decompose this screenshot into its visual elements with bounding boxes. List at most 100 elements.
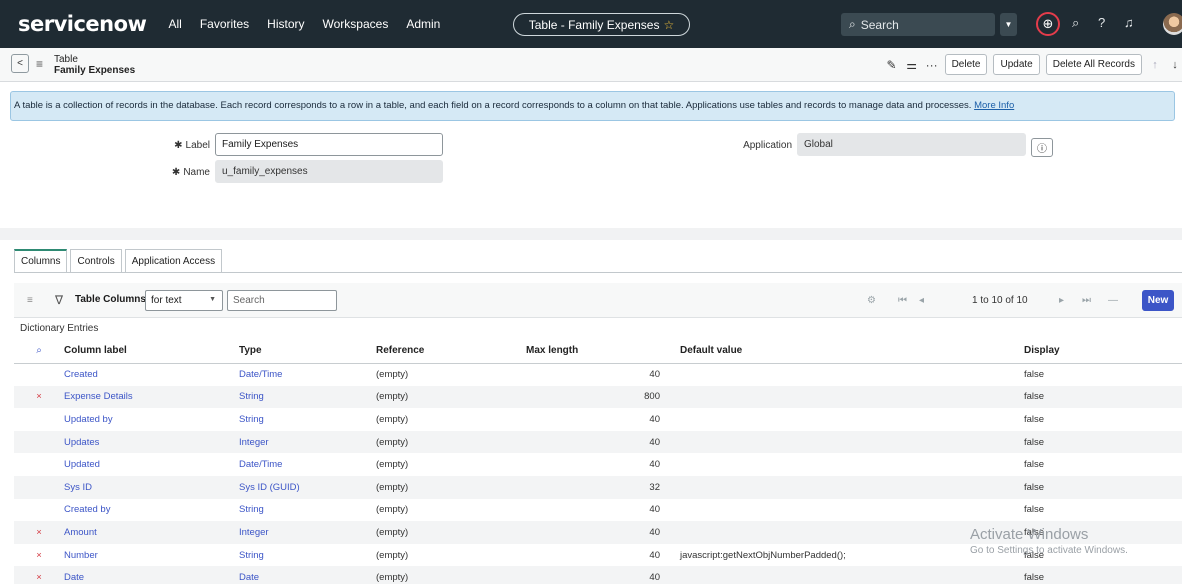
application-input[interactable]: Global [797,133,1026,156]
nav-item-workspaces[interactable]: Workspaces [323,17,389,31]
list-menu-icon[interactable]: ≡ [27,295,33,306]
display-cell: false [1024,385,1182,409]
delete-column-icon[interactable] [14,499,64,522]
delete-button[interactable]: Delete [944,54,988,75]
context-title-pill[interactable]: Table - Family Expenses ☆ [513,13,690,36]
column-label-link[interactable]: Expense Details [64,385,239,409]
column-label-link[interactable]: Updates [64,430,239,454]
table-row[interactable]: Sys ID Sys ID (GUID) (empty) 32 false [14,475,1182,499]
column-label-link[interactable]: Sys ID [64,475,239,499]
tab-columns[interactable]: Columns [14,249,68,272]
type-link[interactable]: Integer [239,430,376,454]
filter-icon[interactable]: ∇ [55,293,63,307]
type-link[interactable]: String [239,385,376,409]
type-link[interactable]: Integer [239,521,376,544]
column-label-link[interactable]: Amount [64,521,239,544]
column-label-link[interactable]: Date [64,566,239,584]
delete-column-icon[interactable] [14,363,64,386]
max-length-cell: 32 [526,475,664,499]
settings-sliders-icon[interactable]: ⚌ [905,58,919,72]
reference-cell: (empty) [376,521,526,544]
column-label-link[interactable]: Updated [64,453,239,476]
table-row[interactable]: × Date Date (empty) 40 false [14,566,1182,584]
search-field-select[interactable]: for text ▼ [145,290,223,311]
arrow-down-icon[interactable]: ↓ [1168,59,1182,71]
table-row[interactable]: Created Date/Time (empty) 40 false [14,363,1182,386]
display-cell: false [1024,459,1045,471]
table-row[interactable]: × Expense Details String (empty) 800 false [14,385,1182,409]
default-value-cell [664,453,1024,476]
search-scope-dropdown[interactable]: ▼ [1000,13,1017,36]
type-link[interactable]: Sys ID (GUID) [239,475,376,499]
type-link[interactable]: Date/Time [239,363,376,386]
new-button[interactable]: New [1142,290,1174,311]
delete-column-icon[interactable]: × [14,521,64,544]
column-label-link[interactable]: Created by [64,499,239,522]
chat-icon[interactable]: ⌕ [1072,15,1079,31]
type-link[interactable]: String [239,408,376,431]
next-page-icon[interactable]: ▸ [1059,295,1064,306]
table-row[interactable]: Updated by String (empty) 40 false [14,408,1182,431]
type-link[interactable]: String [239,544,376,567]
servicenow-logo[interactable]: servicenow [18,12,147,36]
header-reference[interactable]: Reference [376,339,526,364]
delete-column-icon[interactable] [14,430,64,454]
type-link[interactable]: String [239,499,376,522]
type-link[interactable]: Date/Time [239,453,376,476]
delete-column-icon[interactable]: × [14,566,64,584]
type-link[interactable]: Date [239,566,376,584]
display-cell: false [1024,504,1045,516]
help-icon[interactable]: ? [1098,15,1105,30]
avatar[interactable] [1163,13,1182,35]
required-asterisk-icon: ✱ [171,167,181,178]
more-info-link[interactable]: More Info [974,100,1014,111]
context-menu-icon[interactable]: ≡ [36,57,43,71]
star-icon[interactable]: ☆ [663,18,674,32]
delete-all-records-button[interactable]: Delete All Records [1045,54,1142,75]
bell-icon[interactable]: ♫ [1124,15,1134,30]
max-length-cell: 40 [649,459,660,471]
column-label-link[interactable]: Created [64,363,239,386]
column-label-link[interactable]: Number [64,544,239,567]
max-length-cell: 40 [526,566,664,584]
nav-item-admin[interactable]: Admin [406,17,440,31]
attachment-icon[interactable]: ✎ [885,58,899,72]
gear-icon[interactable]: ⚙ [867,295,876,306]
name-input[interactable]: u_family_expenses [215,160,443,183]
column-label-link[interactable]: Updated by [64,408,239,431]
collapse-icon[interactable]: — [1108,295,1118,306]
info-icon[interactable]: ⓘ [1031,138,1053,157]
delete-column-icon[interactable] [14,475,64,499]
label-input[interactable]: Family Expenses [215,133,443,156]
header-type[interactable]: Type [239,339,376,364]
more-options-icon[interactable]: ··· [925,58,939,72]
column-search-icon[interactable]: ⌕ [14,339,64,364]
header-default-value[interactable]: Default value [664,339,1024,364]
delete-column-icon[interactable] [14,408,64,431]
nav-item-favorites[interactable]: Favorites [200,17,249,31]
max-length-cell: 40 [649,549,660,561]
update-button[interactable]: Update [993,54,1040,75]
delete-column-icon[interactable]: × [14,544,64,567]
tab-controls[interactable]: Controls [70,249,122,272]
nav-item-history[interactable]: History [267,17,304,31]
back-button[interactable]: < [11,54,29,73]
last-page-icon[interactable]: ⏭ [1082,295,1091,306]
previous-page-icon[interactable]: ◂ [919,295,924,306]
table-row[interactable]: Updated Date/Time (empty) 40 false [14,453,1182,476]
table-row[interactable]: Updates Integer (empty) 40 false [14,430,1182,454]
delete-column-icon[interactable] [14,453,64,476]
globe-icon[interactable]: ⊕ [1036,12,1060,36]
header-max-length[interactable]: Max length [526,339,664,364]
list-search-input[interactable]: Search [227,290,337,311]
delete-column-icon[interactable]: × [14,385,64,409]
arrow-up-icon[interactable]: ↑ [1148,59,1162,71]
first-page-icon[interactable]: ⏮ [898,295,907,306]
table-row[interactable]: Created by String (empty) 40 false [14,499,1182,522]
reference-cell: (empty) [376,475,526,499]
tab-application-access[interactable]: Application Access [124,249,223,272]
header-display[interactable]: Display [1024,339,1182,364]
global-search-input[interactable]: ⌕ Search [841,13,995,36]
header-column-label[interactable]: Column label [64,339,239,364]
nav-item-all[interactable]: All [168,17,181,31]
